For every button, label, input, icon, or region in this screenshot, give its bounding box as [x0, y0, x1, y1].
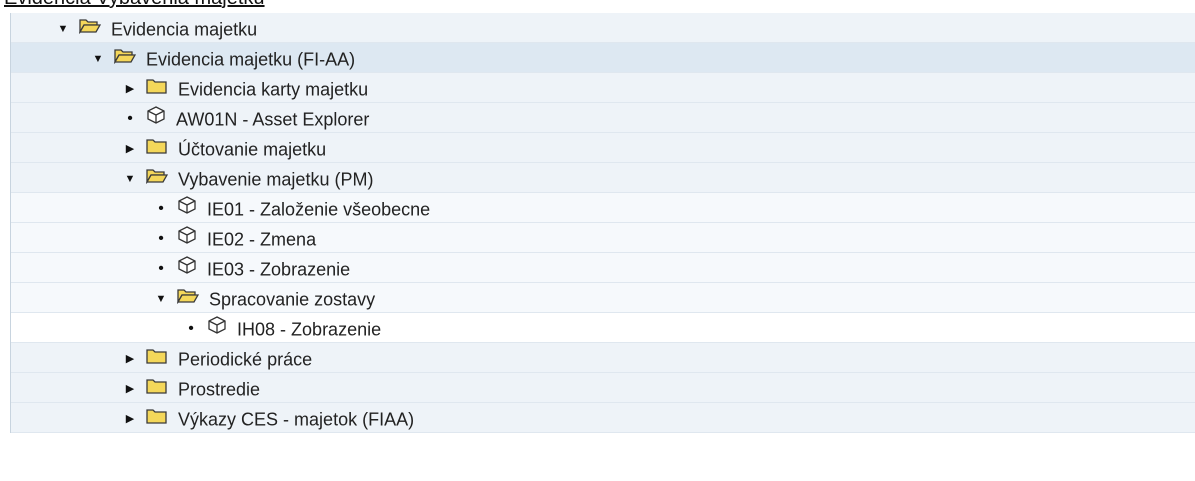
tree-node-label: IE01 - Založenie všeobecne: [207, 199, 431, 220]
expanded-arrow-icon[interactable]: ▼: [91, 44, 105, 74]
tree-node-ie03[interactable]: • IE03 - Zobrazenie: [11, 253, 1195, 283]
page-caption: Evidencia Vybavenia majetku: [4, 0, 265, 8]
tree-node-periodicke-prace[interactable]: ▶ Periodické práce: [11, 343, 1195, 373]
tree-node-label: IH08 - Zobrazenie: [237, 319, 382, 340]
tree-node-label: IE03 - Zobrazenie: [207, 259, 351, 280]
tree-node-aw01n[interactable]: • AW01N - Asset Explorer: [11, 103, 1195, 133]
tree-node-ie01[interactable]: • IE01 - Založenie všeobecne: [11, 193, 1195, 223]
tree-node-label: Účtovanie majetku: [178, 139, 327, 160]
tree-node-evidencia-majetku[interactable]: ▼ Evidencia majetku: [11, 13, 1195, 43]
folder-open-icon: [78, 13, 102, 43]
folder-open-icon: [145, 163, 169, 193]
collapsed-arrow-icon[interactable]: ▶: [123, 74, 137, 104]
folder-icon: [146, 133, 168, 163]
leaf-bullet-icon: •: [188, 320, 194, 338]
folder-icon: [146, 73, 168, 103]
transaction-cube-icon: [177, 193, 197, 223]
tree-node-label: Evidencia majetku: [111, 19, 258, 40]
tree-node-label: Evidencia majetku (FI-AA): [146, 49, 356, 70]
transaction-cube-icon: [146, 103, 166, 133]
tree-node-label: Spracovanie zostavy: [209, 289, 376, 310]
tree-node-spracovanie-zostavy[interactable]: ▼ Spracovanie zostavy: [11, 283, 1195, 313]
collapsed-arrow-icon[interactable]: ▶: [123, 344, 137, 374]
tree-node-label: IE02 - Zmena: [207, 229, 317, 250]
tree-node-vykazy-ces[interactable]: ▶ Výkazy CES - majetok (FIAA): [11, 403, 1195, 433]
tree-node-uctovanie-majetku[interactable]: ▶ Účtovanie majetku: [11, 133, 1195, 163]
expanded-arrow-icon[interactable]: ▼: [123, 164, 137, 194]
tree-node-label: Periodické práce: [178, 349, 313, 370]
leaf-bullet-icon: •: [127, 110, 133, 128]
tree-node-prostredie[interactable]: ▶ Prostredie: [11, 373, 1195, 403]
transaction-cube-icon: [177, 223, 197, 253]
tree-node-vybavenie-majetku-pm[interactable]: ▼ Vybavenie majetku (PM): [11, 163, 1195, 193]
collapsed-arrow-icon[interactable]: ▶: [123, 374, 137, 404]
expanded-arrow-icon[interactable]: ▼: [56, 14, 70, 44]
collapsed-arrow-icon[interactable]: ▶: [123, 404, 137, 434]
tree-node-label: Výkazy CES - majetok (FIAA): [178, 409, 415, 430]
tree-node-evidencia-karty-majetku[interactable]: ▶ Evidencia karty majetku: [11, 73, 1195, 103]
transaction-cube-icon: [207, 313, 227, 343]
expanded-arrow-icon[interactable]: ▼: [154, 284, 168, 314]
leaf-bullet-icon: •: [158, 230, 164, 248]
folder-icon: [146, 343, 168, 373]
tree-node-label: Vybavenie majetku (PM): [178, 169, 374, 190]
tree-node-ih08[interactable]: • IH08 - Zobrazenie: [11, 313, 1195, 343]
collapsed-arrow-icon[interactable]: ▶: [123, 134, 137, 164]
transaction-cube-icon: [177, 253, 197, 283]
tree-node-label: Evidencia karty majetku: [178, 79, 369, 100]
tree-node-evidencia-majetku-fi-aa[interactable]: ▼ Evidencia majetku (FI-AA): [11, 43, 1195, 73]
tree-node-label: Prostredie: [178, 379, 261, 400]
folder-icon: [146, 373, 168, 403]
sap-menu-tree: ▼ Evidencia majetku ▼ Evidencia majetku …: [10, 13, 1195, 433]
leaf-bullet-icon: •: [158, 200, 164, 218]
leaf-bullet-icon: •: [158, 260, 164, 278]
folder-open-icon: [176, 283, 200, 313]
tree-node-label: AW01N - Asset Explorer: [176, 109, 370, 130]
tree-node-ie02[interactable]: • IE02 - Zmena: [11, 223, 1195, 253]
folder-icon: [146, 403, 168, 433]
folder-open-icon: [113, 43, 137, 73]
